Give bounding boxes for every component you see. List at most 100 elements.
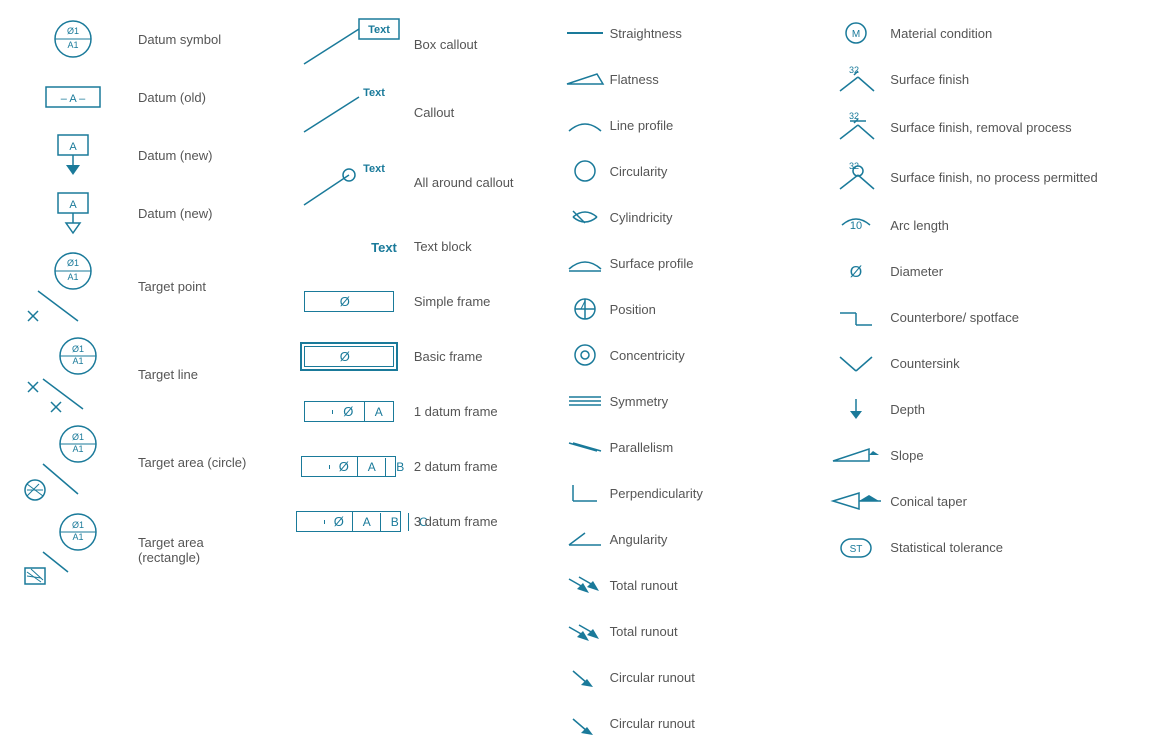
parallelism-row: Parallelism [560, 424, 811, 470]
counterbore-icon [826, 303, 886, 331]
2-datum-frame-label: 2 datum frame [414, 459, 544, 474]
circularity-label: Circularity [610, 164, 811, 179]
callout-label: Callout [414, 105, 544, 120]
statistical-tolerance-icon: ST [826, 533, 886, 561]
svg-text:Ø1: Ø1 [67, 26, 79, 36]
angularity-icon [560, 527, 610, 551]
surface-finish-icon: 32 [826, 61, 886, 97]
target-area-circle-row: Ø1 A1 Target area (circle) [8, 418, 268, 506]
position-row: Position [560, 286, 811, 332]
datum-new1-label: Datum (new) [138, 148, 268, 163]
conical-taper-row: Conical taper [826, 478, 1141, 524]
target-area-rect-row: Ø1 A1 Target area (rectangle) [8, 506, 268, 594]
symmetry-label: Symmetry [610, 394, 811, 409]
depth-row: Depth [826, 386, 1141, 432]
all-around-callout-icon: Text [284, 150, 414, 215]
svg-text:Ø1: Ø1 [72, 432, 84, 442]
basic-frame-row: Ø Basic frame [284, 329, 544, 384]
svg-text:ST: ST [850, 544, 863, 555]
perpendicularity-row: Perpendicularity [560, 470, 811, 516]
countersink-row: Countersink [826, 340, 1141, 386]
target-area-circle-icon: Ø1 A1 [8, 422, 138, 502]
counterbore-row: Counterbore/ spotface [826, 294, 1141, 340]
svg-text:Text: Text [363, 163, 385, 175]
all-around-callout-label: All around callout [414, 175, 544, 190]
svg-text:A1: A1 [72, 356, 83, 366]
arc-length-icon: 10 [826, 211, 886, 239]
box-callout-row: Text Box callout [284, 10, 544, 78]
line-profile-label: Line profile [610, 118, 811, 133]
countersink-icon [826, 349, 886, 377]
text-block-icon: Text [284, 232, 414, 262]
surface-finish-removal-label: Surface finish, removal process [886, 120, 1141, 135]
svg-text:A: A [69, 199, 77, 211]
3-datum-frame-row: Ø A B C 3 datum frame [284, 494, 544, 549]
target-area-rect-label: Target area (rectangle) [138, 535, 268, 565]
concentricity-icon [560, 341, 610, 369]
material-condition-label: Material condition [886, 26, 1141, 41]
target-point-row: Ø1 A1 Target point [8, 242, 268, 330]
surface-finish-removal-icon: 32 [826, 107, 886, 147]
circularity-icon [560, 159, 610, 183]
position-icon [560, 295, 610, 323]
all-around-callout-row: Text All around callout [284, 146, 544, 219]
circular-runout1-icon [560, 665, 610, 689]
circular-runout2-icon [560, 711, 610, 735]
arc-length-label: Arc length [886, 218, 1141, 233]
target-line-icon: Ø1 A1 [8, 334, 138, 414]
diameter-row: Ø Diameter [826, 248, 1141, 294]
straightness-label: Straightness [610, 26, 811, 41]
svg-text:Ø: Ø [850, 264, 862, 281]
2-datum-frame-icon: Ø A B [284, 456, 414, 477]
text-block-row: Text Text block [284, 219, 544, 274]
parallelism-label: Parallelism [610, 440, 811, 455]
1-datum-frame-icon: Ø A [284, 401, 414, 422]
line-profile-icon [560, 115, 610, 135]
svg-text:Text: Text [371, 240, 397, 255]
datum-old-icon: – A – [8, 82, 138, 112]
surface-finish-row: 32 Surface finish [826, 56, 1141, 102]
circular-runout1-label: Circular runout [610, 670, 811, 685]
target-point-icon: Ø1 A1 [8, 246, 138, 326]
callout-row: Text Callout [284, 78, 544, 146]
material-condition-row: M Material condition [826, 10, 1141, 56]
target-line-label: Target line [138, 367, 268, 382]
perpendicularity-label: Perpendicularity [610, 486, 811, 501]
svg-text:Ø1: Ø1 [72, 344, 84, 354]
surface-profile-icon [560, 251, 610, 275]
circular-runout1-row: Circular runout [560, 654, 811, 700]
cylindricity-icon [560, 205, 610, 229]
surface-finish-label: Surface finish [886, 72, 1141, 87]
total-runout2-label: Total runout [610, 624, 811, 639]
countersink-label: Countersink [886, 356, 1141, 371]
datum-old-label: Datum (old) [138, 90, 268, 105]
svg-text:M: M [852, 29, 860, 40]
flatness-row: Flatness [560, 56, 811, 102]
depth-label: Depth [886, 402, 1141, 417]
total-runout1-icon [560, 573, 610, 597]
datum-new2-row: A Datum (new) [8, 184, 268, 242]
svg-text:A1: A1 [67, 272, 78, 282]
target-area-circle-label: Target area (circle) [138, 455, 268, 470]
symmetry-icon [560, 389, 610, 413]
symmetry-row: Symmetry [560, 378, 811, 424]
target-area-rect-icon: Ø1 A1 [8, 510, 138, 590]
conical-taper-icon [826, 487, 886, 515]
1-datum-frame-row: Ø A 1 datum frame [284, 384, 544, 439]
datum-new2-label: Datum (new) [138, 206, 268, 221]
text-block-label: Text block [414, 239, 544, 254]
statistical-tolerance-label: Statistical tolerance [886, 540, 1141, 555]
target-line-row: Ø1 A1 Target line [8, 330, 268, 418]
callout-icon: Text [284, 82, 414, 142]
slope-icon [826, 441, 886, 469]
parallelism-icon [560, 435, 610, 459]
circular-runout2-row: Circular runout [560, 700, 811, 746]
box-callout-label: Box callout [414, 37, 544, 52]
surface-profile-label: Surface profile [610, 256, 811, 271]
svg-text:10: 10 [850, 220, 862, 232]
svg-text:32: 32 [849, 65, 859, 75]
surface-finish-no-process-row: 32 Surface finish, no process permitted [826, 152, 1141, 202]
svg-text:A1: A1 [72, 444, 83, 454]
total-runout2-icon [560, 619, 610, 643]
slope-row: Slope [826, 432, 1141, 478]
